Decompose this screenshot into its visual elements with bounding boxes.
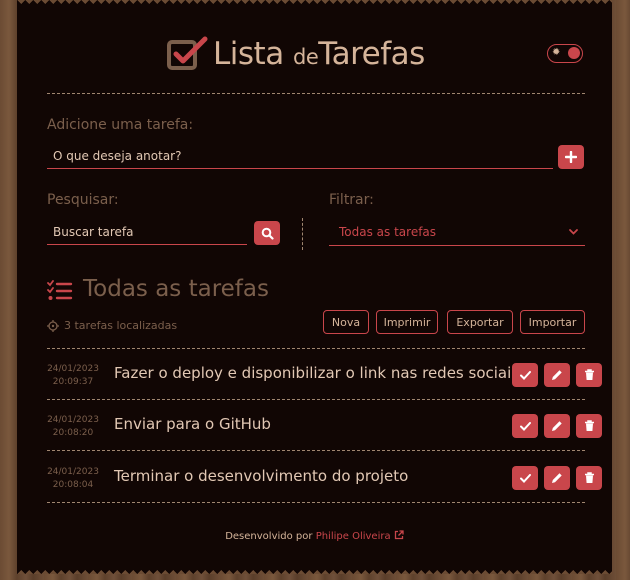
new-button[interactable]: Nova bbox=[323, 310, 369, 334]
list-check-icon bbox=[47, 280, 73, 300]
add-task-input[interactable]: O que deseja anotar? bbox=[47, 143, 553, 169]
pencil-icon bbox=[552, 421, 562, 431]
task-text: Enviar para o GitHub bbox=[114, 415, 271, 433]
check-icon bbox=[519, 473, 531, 483]
task-count-text: 3 tarefas localizadas bbox=[64, 319, 178, 332]
add-task-button[interactable] bbox=[558, 145, 584, 169]
author-link[interactable]: Philipe Oliveira bbox=[316, 531, 391, 542]
app-card: Lista deTarefas ✹ Adicione uma tarefa: O… bbox=[17, 0, 612, 574]
title-part-2: Tarefas bbox=[318, 36, 425, 72]
filter-select[interactable]: Todas as tarefas bbox=[329, 218, 585, 246]
check-square-icon bbox=[167, 36, 208, 70]
search-button[interactable] bbox=[254, 221, 280, 245]
filter-label: Filtrar: bbox=[329, 192, 374, 208]
task-time: 20:08:20 bbox=[52, 428, 94, 438]
add-task-label: Adicione uma tarefa: bbox=[47, 117, 194, 133]
edit-task-button[interactable] bbox=[544, 466, 570, 490]
task-date: 24/01/2023 bbox=[47, 415, 99, 425]
task-timestamp: 24/01/2023 20:09:37 bbox=[47, 363, 99, 389]
vertical-divider bbox=[302, 218, 303, 250]
edit-task-button[interactable] bbox=[544, 363, 570, 387]
pencil-icon bbox=[552, 473, 562, 483]
task-text: Terminar o desenvolvimento do projeto bbox=[114, 467, 409, 485]
sun-icon: ✹ bbox=[552, 47, 561, 58]
task-count: 3 tarefas localizadas bbox=[47, 319, 177, 332]
complete-task-button[interactable] bbox=[512, 363, 538, 387]
import-button[interactable]: Importar bbox=[520, 310, 585, 334]
crosshair-icon bbox=[47, 319, 59, 332]
app-title: Lista deTarefas bbox=[213, 36, 425, 72]
pencil-icon bbox=[552, 370, 562, 380]
header: Lista deTarefas ✹ bbox=[17, 30, 612, 80]
trash-icon bbox=[584, 420, 594, 431]
task-timestamp: 24/01/2023 20:08:04 bbox=[47, 466, 99, 492]
external-link-icon[interactable] bbox=[394, 530, 404, 540]
task-text: Fazer o deploy e disponibilizar o link n… bbox=[114, 364, 520, 382]
filter-selected-value: Todas as tarefas bbox=[339, 225, 437, 239]
complete-task-button[interactable] bbox=[512, 466, 538, 490]
task-row: 24/01/2023 20:09:37 Fazer o deploy e dis… bbox=[47, 350, 602, 400]
list-title: Todas as tarefas bbox=[83, 276, 269, 302]
plus-icon bbox=[565, 151, 577, 163]
search-label: Pesquisar: bbox=[47, 192, 119, 208]
export-button[interactable]: Exportar bbox=[447, 310, 513, 334]
task-date: 24/01/2023 bbox=[47, 467, 99, 477]
task-time: 20:08:04 bbox=[52, 480, 94, 490]
task-date: 24/01/2023 bbox=[47, 364, 99, 374]
divider bbox=[47, 93, 585, 94]
chevron-down-icon bbox=[569, 229, 578, 235]
torn-edge-top bbox=[17, 0, 612, 8]
check-icon bbox=[519, 421, 531, 431]
torn-edge-bottom bbox=[17, 566, 612, 574]
search-icon bbox=[261, 227, 274, 240]
task-time: 20:09:37 bbox=[52, 377, 94, 387]
task-timestamp: 24/01/2023 20:08:20 bbox=[47, 414, 99, 440]
trash-icon bbox=[584, 472, 594, 483]
delete-task-button[interactable] bbox=[576, 466, 602, 490]
check-icon bbox=[519, 370, 531, 380]
title-connector: de bbox=[293, 45, 319, 69]
task-row: 24/01/2023 20:08:20 Enviar para o GitHub bbox=[47, 401, 602, 451]
delete-task-button[interactable] bbox=[576, 363, 602, 387]
task-row: 24/01/2023 20:08:04 Terminar o desenvolv… bbox=[47, 453, 602, 503]
search-input[interactable]: Buscar tarefa bbox=[47, 219, 247, 245]
print-button[interactable]: Imprimir bbox=[376, 310, 438, 334]
footer-prefix: Desenvolvido por bbox=[225, 531, 313, 542]
title-part-1: Lista bbox=[213, 36, 284, 72]
toggle-knob bbox=[568, 47, 580, 59]
footer: Desenvolvido por Philipe Oliveira bbox=[17, 530, 612, 542]
trash-icon bbox=[584, 369, 594, 380]
edit-task-button[interactable] bbox=[544, 414, 570, 438]
complete-task-button[interactable] bbox=[512, 414, 538, 438]
delete-task-button[interactable] bbox=[576, 414, 602, 438]
theme-toggle[interactable]: ✹ bbox=[547, 44, 583, 63]
divider bbox=[47, 348, 585, 349]
